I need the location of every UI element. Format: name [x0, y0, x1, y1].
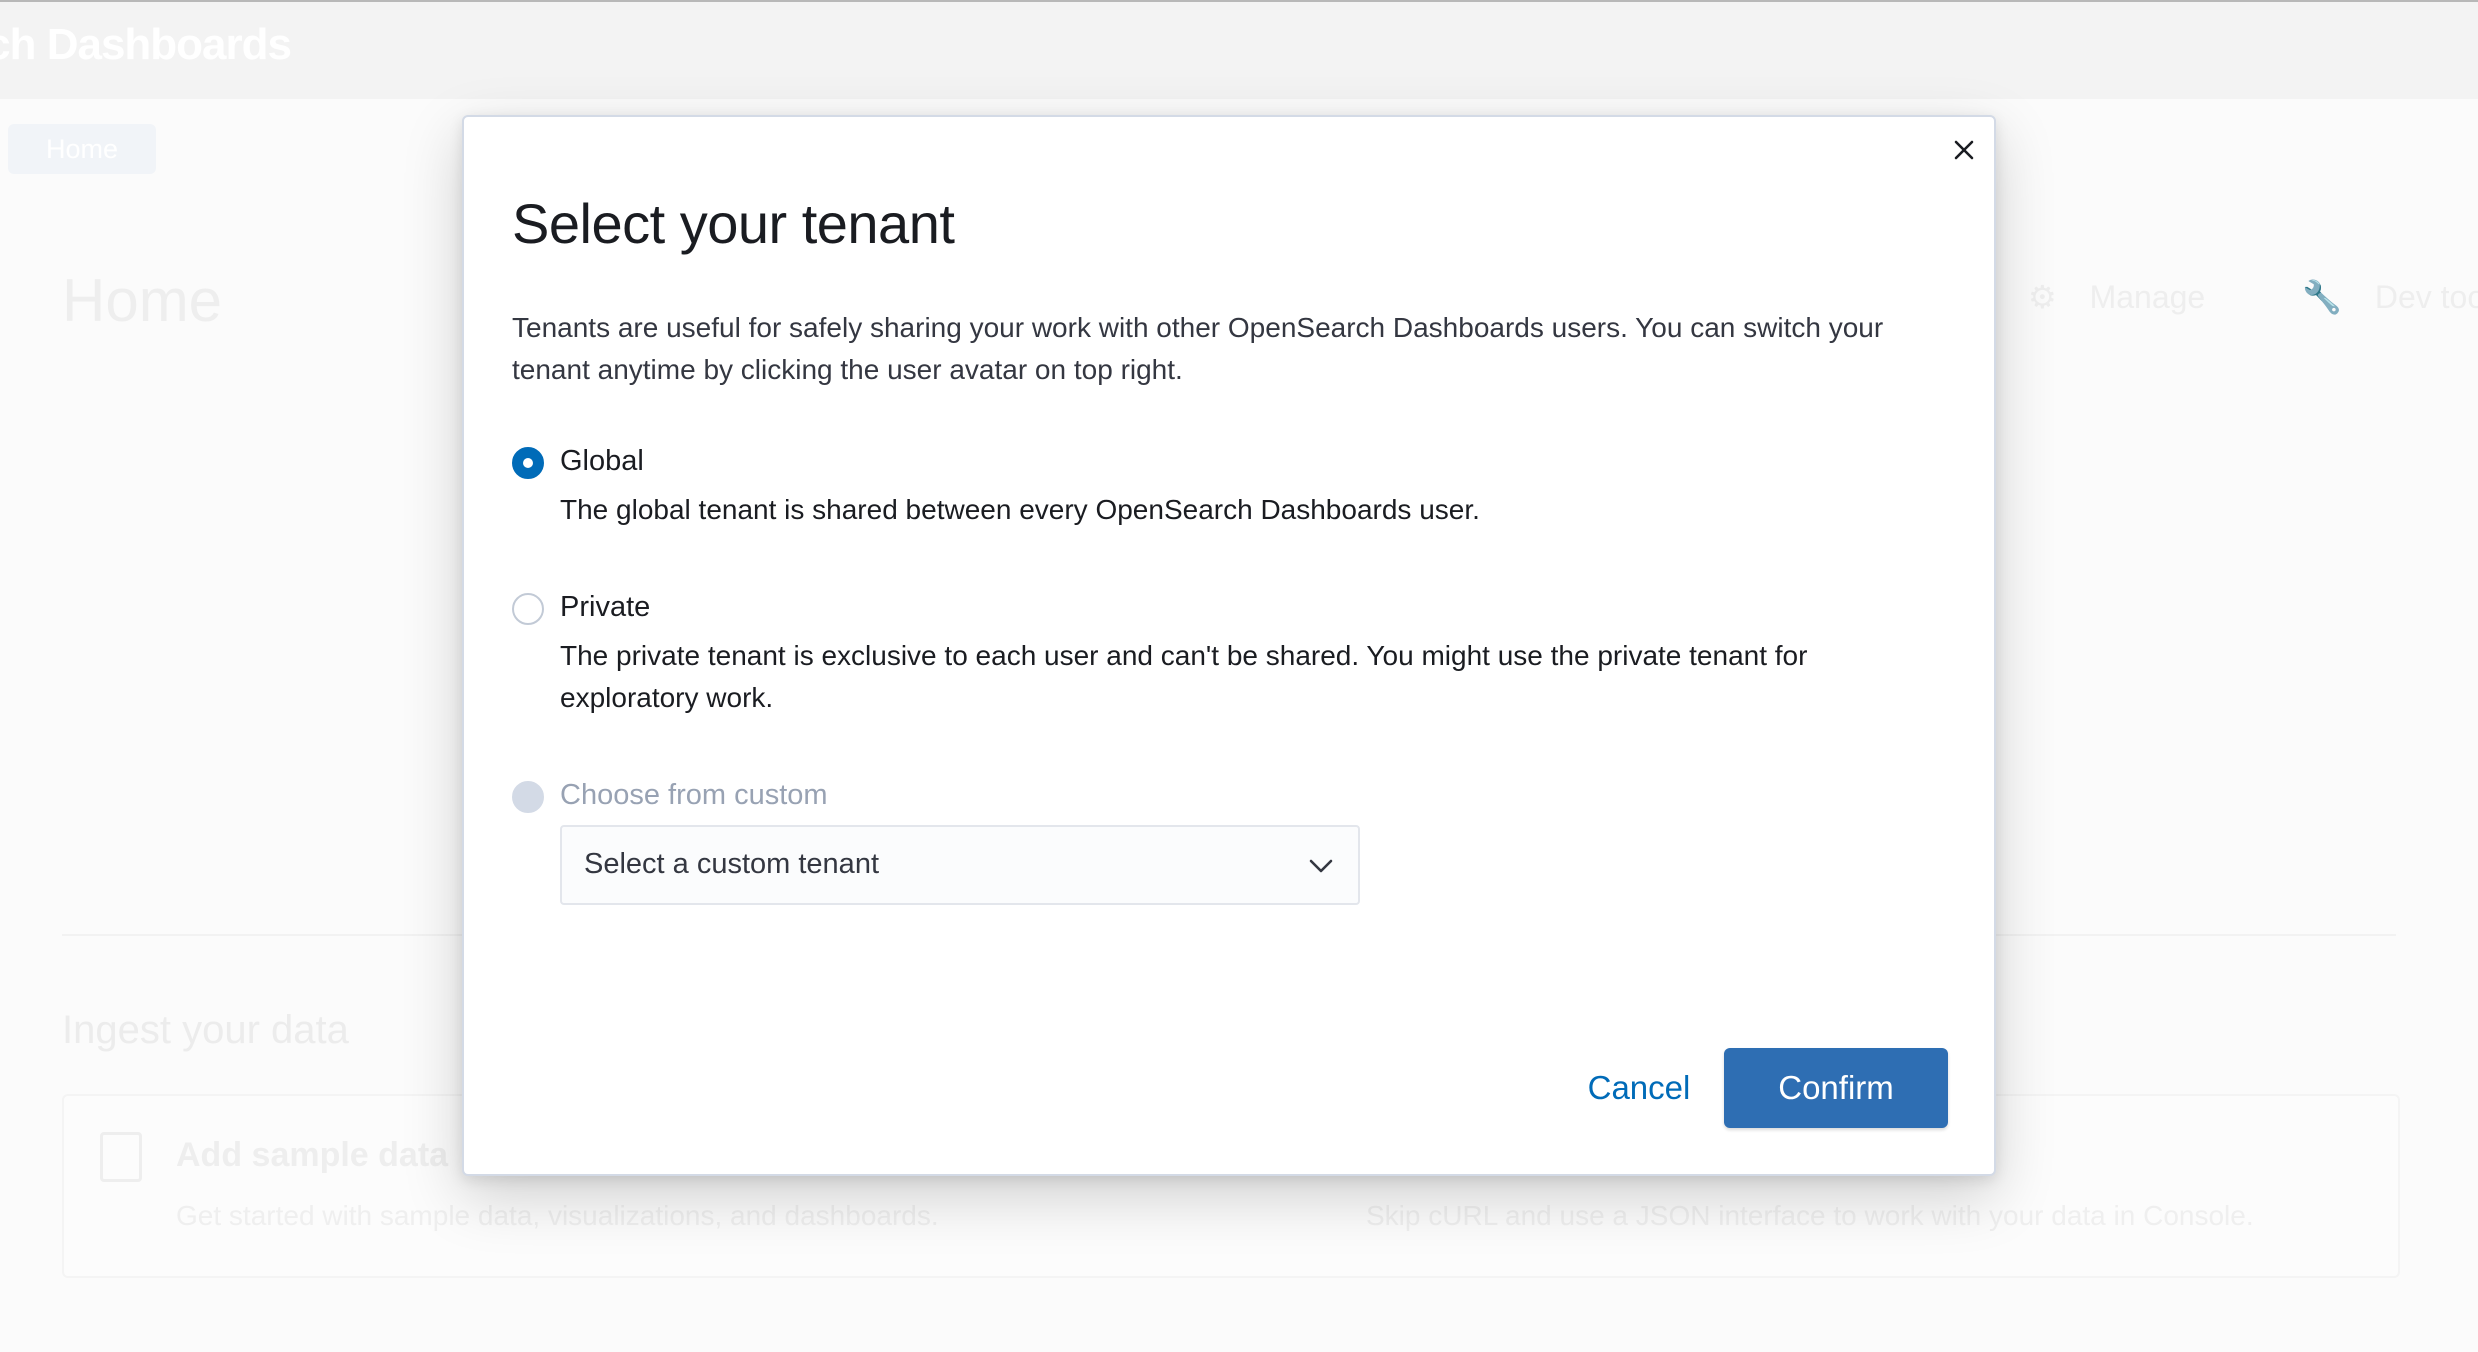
dev-tools-label: Dev tools — [2374, 279, 2478, 315]
modal-title: Select your tenant — [512, 192, 955, 255]
wrench-icon: 🔧 — [2302, 279, 2342, 315]
tenant-select-modal: Select your tenant Tenants are useful fo… — [462, 115, 1996, 1176]
brand-logo-text: rch Dashboards — [0, 20, 292, 69]
card-title: Add sample data — [176, 1136, 449, 1174]
dev-tools-action: 🔧 Dev tools — [2278, 279, 2478, 315]
page-title: Home — [62, 267, 223, 334]
confirm-button[interactable]: Confirm — [1724, 1048, 1948, 1128]
close-button[interactable] — [1948, 134, 1980, 166]
breadcrumb: Home — [8, 124, 157, 174]
viewport: rch Dashboards Home Home ⚙ Manage 🔧 Dev … — [0, 0, 2478, 1352]
close-icon — [1954, 140, 1974, 160]
global-label[interactable]: Global — [560, 445, 644, 478]
sample-data-icon — [100, 1132, 142, 1182]
card2-description: Skip cURL and use a JSON interface to wo… — [1366, 1200, 2254, 1231]
page-actions: ⚙ Manage 🔧 Dev tools — [1980, 278, 2478, 316]
gear-icon: ⚙ — [2028, 279, 2057, 315]
global-radio[interactable] — [512, 447, 544, 479]
custom-tenant-select[interactable]: Select a custom tenant — [560, 825, 1360, 905]
manage-action: ⚙ Manage — [2004, 279, 2214, 315]
global-help-text: The global tenant is shared between ever… — [560, 494, 1480, 525]
custom-label: Choose from custom — [560, 779, 828, 811]
modal-description: Tenants are useful for safely sharing yo… — [512, 312, 1884, 385]
private-help-text: The private tenant is exclusive to each … — [560, 640, 1808, 713]
custom-radio — [512, 781, 544, 813]
private-radio[interactable] — [512, 593, 544, 625]
header-bar: rch Dashboards — [0, 2, 2478, 99]
card-description: Get started with sample data, visualizat… — [176, 1200, 939, 1231]
cancel-button[interactable]: Cancel — [1564, 1048, 1714, 1128]
manage-label: Manage — [2089, 279, 2206, 315]
private-label[interactable]: Private — [560, 591, 650, 624]
section-title: Ingest your data — [62, 1008, 349, 1052]
chevron-down-icon — [1309, 859, 1333, 873]
custom-tenant-select-value: Select a custom tenant — [584, 848, 879, 880]
